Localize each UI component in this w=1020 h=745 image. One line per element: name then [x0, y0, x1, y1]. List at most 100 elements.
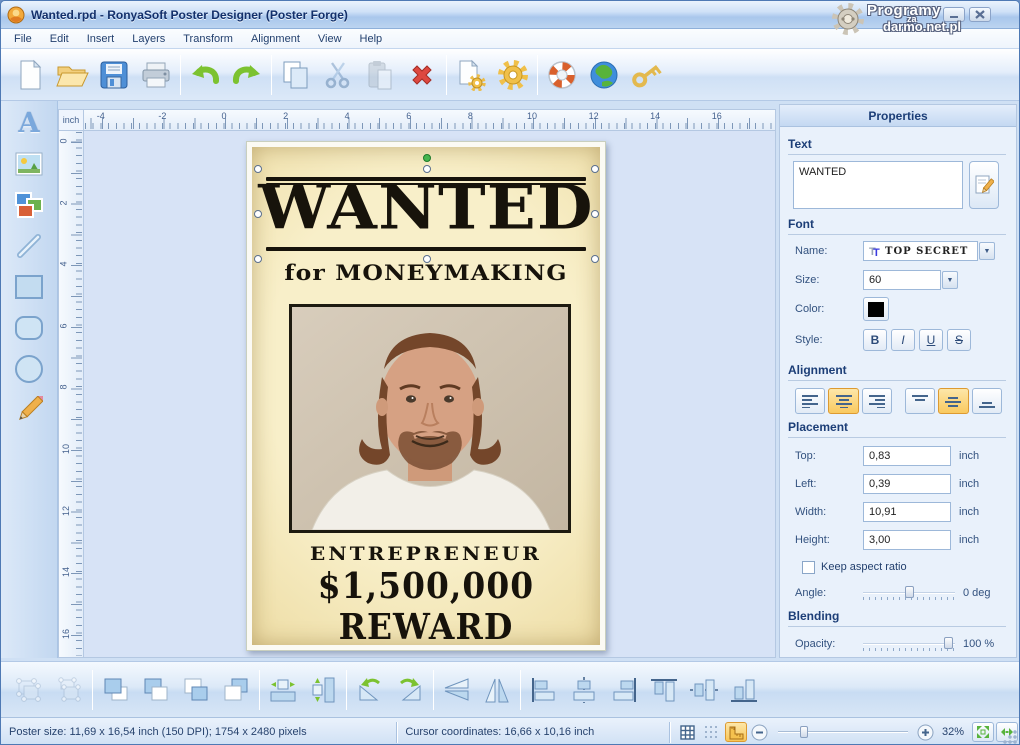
cut-button[interactable] [317, 53, 359, 97]
font-size-select[interactable]: 60 [863, 270, 941, 290]
italic-button[interactable]: I [891, 329, 915, 351]
print-button[interactable] [135, 53, 177, 97]
settings-button[interactable] [492, 53, 534, 97]
line-tool-button[interactable] [10, 227, 48, 265]
align-right-button[interactable] [604, 669, 644, 711]
save-button[interactable] [93, 53, 135, 97]
selection-handle-top-left[interactable] [254, 165, 262, 173]
opacity-slider[interactable] [863, 635, 955, 653]
font-size-dropdown-arrow[interactable]: ▼ [942, 271, 958, 289]
align-left-button[interactable] [524, 669, 564, 711]
send-backward-button[interactable] [216, 669, 256, 711]
selection-handle-top-center[interactable] [423, 165, 431, 173]
poster-title-text[interactable]: WANTED [252, 178, 600, 239]
page-settings-button[interactable] [450, 53, 492, 97]
redo-button[interactable] [226, 53, 268, 97]
align-center-button[interactable] [564, 669, 604, 711]
placement-left-input[interactable]: 0,39 [863, 474, 951, 494]
copy-button[interactable] [275, 53, 317, 97]
send-to-back-button[interactable] [136, 669, 176, 711]
minimize-button[interactable] [943, 7, 965, 22]
menu-view[interactable]: View [309, 31, 351, 47]
flip-vertical-button[interactable] [437, 669, 477, 711]
menu-file[interactable]: File [5, 31, 41, 47]
selection-handle-mid-left[interactable] [254, 210, 262, 218]
undo-button[interactable] [184, 53, 226, 97]
bring-forward-button[interactable] [176, 669, 216, 711]
same-width-button[interactable] [263, 669, 303, 711]
fit-page-button[interactable] [972, 722, 994, 742]
rounded-rectangle-tool-button[interactable] [10, 309, 48, 347]
menu-layers[interactable]: Layers [123, 31, 174, 47]
align-middle-button[interactable] [684, 669, 724, 711]
group-button[interactable] [9, 669, 49, 711]
edit-text-button[interactable] [969, 161, 999, 209]
placement-height-input[interactable]: 3,00 [863, 530, 951, 550]
font-color-swatch[interactable] [863, 297, 889, 321]
zoom-slider-thumb[interactable] [800, 726, 808, 738]
open-button[interactable] [51, 53, 93, 97]
angle-slider-thumb[interactable] [905, 586, 914, 598]
menu-alignment[interactable]: Alignment [242, 31, 309, 47]
website-button[interactable] [583, 53, 625, 97]
align-text-center-button[interactable] [828, 388, 858, 414]
menu-transform[interactable]: Transform [174, 31, 242, 47]
align-text-right-button[interactable] [862, 388, 892, 414]
zoom-slider[interactable] [778, 724, 908, 740]
paste-button[interactable] [359, 53, 401, 97]
selection-handle-mid-right[interactable] [591, 210, 599, 218]
snap-to-grid-button[interactable] [701, 722, 723, 742]
opacity-slider-thumb[interactable] [944, 637, 953, 649]
show-grid-button[interactable] [677, 722, 699, 742]
align-top-button[interactable] [644, 669, 684, 711]
bring-to-front-button[interactable] [96, 669, 136, 711]
text-tool-button[interactable]: A [10, 104, 48, 142]
menu-insert[interactable]: Insert [78, 31, 124, 47]
align-text-top-button[interactable] [905, 388, 935, 414]
delete-button[interactable] [401, 53, 443, 97]
ungroup-button[interactable] [49, 669, 89, 711]
clipart-tool-button[interactable] [10, 186, 48, 224]
menu-edit[interactable]: Edit [41, 31, 78, 47]
menu-help[interactable]: Help [351, 31, 392, 47]
zoom-out-button[interactable] [749, 722, 771, 742]
rotate-right-button[interactable] [390, 669, 430, 711]
resize-grip[interactable] [1003, 730, 1017, 744]
bold-button[interactable]: B [863, 329, 887, 351]
selection-handle-bottom-center[interactable] [423, 255, 431, 263]
rotation-handle[interactable] [423, 154, 431, 162]
rectangle-tool-button[interactable] [10, 268, 48, 306]
flip-horizontal-button[interactable] [477, 669, 517, 711]
angle-slider[interactable] [863, 584, 955, 602]
font-name-select[interactable]: TT TOP SECRET [863, 241, 978, 261]
poster-occupation-text[interactable]: ENTREPRENEUR [252, 543, 600, 565]
underline-button[interactable]: U [919, 329, 943, 351]
text-value-input[interactable]: WANTED [793, 161, 963, 209]
align-text-bottom-button[interactable] [972, 388, 1002, 414]
placement-width-input[interactable]: 10,91 [863, 502, 951, 522]
strikethrough-button[interactable]: S [947, 329, 971, 351]
new-document-button[interactable] [9, 53, 51, 97]
keep-aspect-checkbox[interactable] [802, 561, 815, 574]
font-name-dropdown-arrow[interactable]: ▼ [979, 242, 995, 260]
rotate-left-button[interactable] [350, 669, 390, 711]
poster-reward-text[interactable]: $1,500,000 REWARD [252, 566, 600, 645]
placement-top-input[interactable]: 0,83 [863, 446, 951, 466]
canvas[interactable]: WANTED for MONEYMAKING [84, 131, 776, 658]
align-text-left-button[interactable] [795, 388, 825, 414]
selection-handle-bottom-left[interactable] [254, 255, 262, 263]
align-text-middle-button[interactable] [938, 388, 968, 414]
close-button[interactable] [969, 7, 991, 22]
same-height-button[interactable] [303, 669, 343, 711]
poster-subtitle-text[interactable]: for MONEYMAKING [252, 260, 600, 285]
show-rulers-button[interactable] [725, 722, 747, 742]
poster-photo[interactable] [289, 304, 571, 533]
pencil-tool-button[interactable] [10, 391, 48, 429]
help-button[interactable] [541, 53, 583, 97]
selection-handle-top-right[interactable] [591, 165, 599, 173]
ellipse-tool-button[interactable] [10, 350, 48, 388]
license-key-button[interactable] [625, 53, 667, 97]
image-tool-button[interactable] [10, 145, 48, 183]
selection-handle-bottom-right[interactable] [591, 255, 599, 263]
align-bottom-button[interactable] [724, 669, 764, 711]
